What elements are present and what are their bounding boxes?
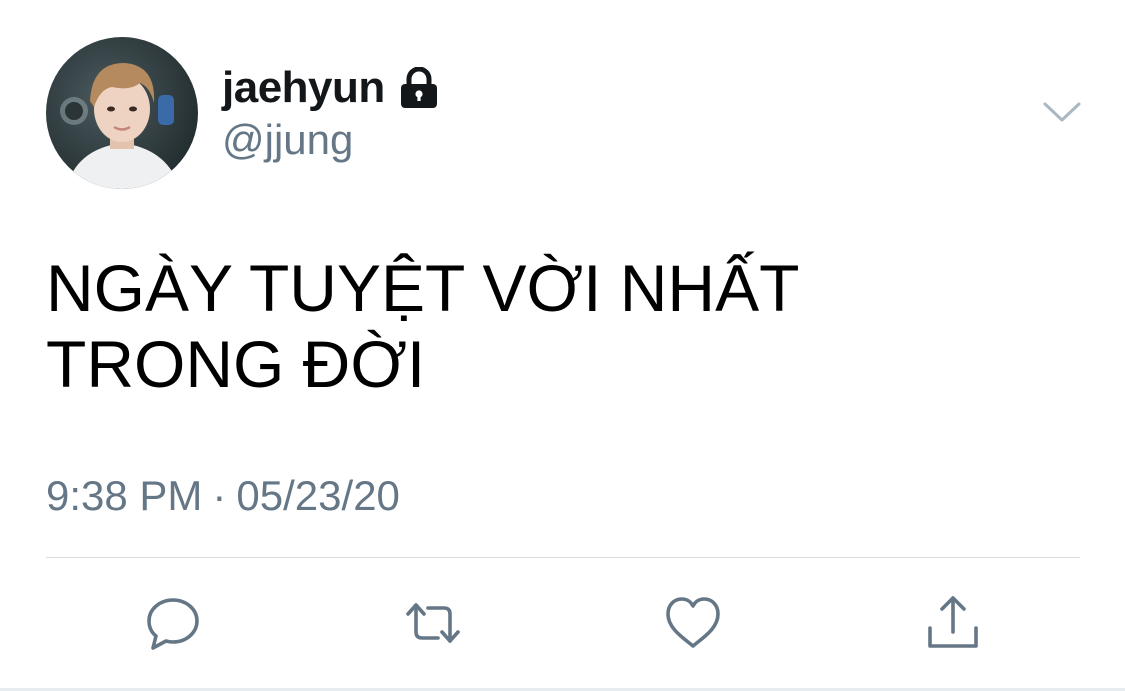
reply-button[interactable]	[142, 592, 204, 654]
user-name-row: jaehyun	[222, 62, 439, 114]
separator-dot: ·	[212, 472, 227, 519]
like-icon	[666, 597, 720, 648]
like-button[interactable]	[662, 592, 724, 654]
reply-icon	[147, 598, 199, 650]
tweet-date: 05/23/20	[236, 472, 400, 519]
tweet-time: 9:38 PM	[46, 472, 203, 519]
avatar[interactable]	[46, 37, 198, 189]
display-name[interactable]: jaehyun	[222, 63, 385, 113]
tweet-text-line-2: TRONG ĐỜI	[46, 327, 426, 401]
divider	[46, 557, 1080, 558]
user-handle[interactable]: @jjung	[222, 116, 353, 164]
chevron-down-icon[interactable]	[1042, 98, 1082, 126]
retweet-button[interactable]	[402, 592, 464, 654]
timestamp[interactable]: 9:38 PM · 05/23/20	[46, 472, 400, 520]
share-button[interactable]	[922, 592, 984, 654]
tweet-text-line-1: NGÀY TUYỆT VỜI NHẤT	[46, 251, 800, 325]
lock-icon	[399, 66, 439, 109]
retweet-icon	[406, 603, 460, 643]
profile-photo	[46, 37, 198, 189]
tweet-text: NGÀY TUYỆT VỜI NHẤT TRONG ĐỜI	[46, 250, 1046, 402]
share-icon	[928, 596, 978, 648]
